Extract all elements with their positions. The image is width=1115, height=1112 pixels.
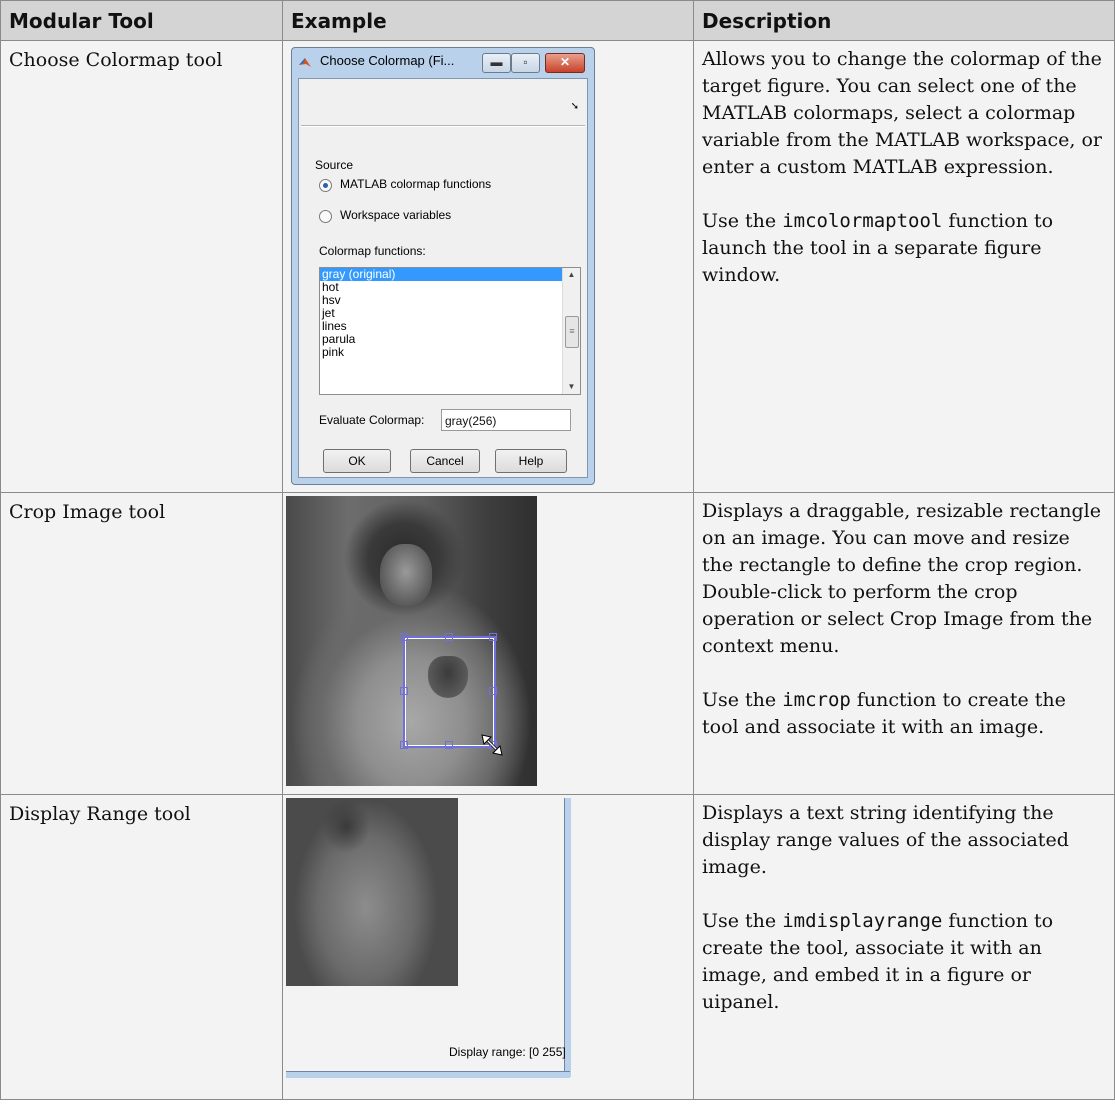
figure-right-border (564, 798, 571, 1077)
tool-name: Choose Colormap tool (0, 40, 283, 493)
description-text: Displays a text string identifying the d… (702, 802, 1069, 878)
dialog-titlebar[interactable]: Choose Colormap (Fi... ▬ ▫ ✕ (292, 48, 594, 78)
image-face-region (380, 544, 432, 606)
display-range-figure: Display range: [0 255] (286, 798, 574, 1078)
crop-handle[interactable] (445, 633, 453, 641)
resize-arrow-icon: ➘ (570, 101, 579, 112)
modular-tools-table: Modular Tool Example Description Choose … (0, 0, 1115, 1100)
minimize-button[interactable]: ▬ (482, 53, 511, 73)
list-item[interactable]: pink (320, 346, 580, 359)
crop-handle[interactable] (400, 687, 408, 695)
usage-text: Use the imdisplayrange function to creat… (702, 908, 1106, 1016)
crop-rectangle[interactable] (400, 633, 503, 756)
usage-text: Use the imcolormaptool function to launc… (702, 208, 1106, 289)
scroll-down-icon[interactable]: ▼ (563, 380, 580, 394)
tool-name: Display Range tool (0, 794, 283, 1100)
radio-matlab-label: MATLAB colormap functions (340, 177, 492, 191)
tool-name: Crop Image tool (0, 492, 283, 795)
crop-example-image (286, 496, 537, 786)
function-name: imdisplayrange (782, 910, 943, 932)
example-cell: Display range: [0 255] (282, 794, 694, 1100)
header-example: Example (282, 0, 694, 41)
example-cell (282, 492, 694, 795)
table-row: Display Range tool Display range: [0 255… (0, 794, 1115, 1100)
function-name: imcrop (782, 689, 851, 711)
display-range-image (286, 798, 458, 986)
example-cell: Choose Colormap (Fi... ▬ ▫ ✕ ➘ Source MA… (282, 40, 694, 493)
radio-workspace-variables[interactable] (319, 210, 332, 223)
scroll-thumb[interactable]: ≡ (565, 316, 579, 348)
list-item[interactable]: jet (320, 307, 580, 320)
minimize-icon: ▬ (490, 55, 503, 69)
maximize-button[interactable]: ▫ (511, 53, 540, 73)
close-button[interactable]: ✕ (545, 53, 585, 73)
description-cell: Displays a draggable, resizable rectangl… (693, 492, 1115, 795)
radio-workspace-label: Workspace variables (340, 208, 452, 222)
usage-text: Use the imcrop function to create the to… (702, 687, 1106, 741)
description-text: Displays a draggable, resizable rectangl… (702, 500, 1101, 657)
list-item[interactable]: hsv (320, 294, 580, 307)
header-row: Modular Tool Example Description (0, 0, 1115, 41)
usage-prefix: Use the (702, 689, 783, 711)
description-cell: Displays a text string identifying the d… (693, 794, 1115, 1100)
header-description: Description (693, 0, 1115, 41)
list-item[interactable]: lines (320, 320, 580, 333)
crop-handle[interactable] (489, 687, 497, 695)
ok-button[interactable]: OK (323, 449, 391, 473)
list-item[interactable]: gray (original) (320, 268, 580, 281)
colormap-functions-label: Colormap functions: (319, 244, 426, 258)
table-row: Choose Colormap tool Choose Colormap (Fi… (0, 40, 1115, 493)
maximize-icon: ▫ (523, 55, 528, 69)
table-row: Crop Image tool Displays a draggable, re… (0, 492, 1115, 795)
cancel-button[interactable]: Cancel (410, 449, 480, 473)
dialog-title: Choose Colormap (Fi... (320, 53, 455, 68)
display-range-readout: Display range: [0 255] (449, 1045, 566, 1059)
description-cell: Allows you to change the colormap of the… (693, 40, 1115, 493)
radio-matlab-colormap-functions[interactable] (319, 179, 332, 192)
scroll-up-icon[interactable]: ▲ (563, 268, 580, 282)
dialog-body: ➘ Source MATLAB colormap functions Works… (298, 78, 588, 478)
colormap-functions-list[interactable]: gray (original) hot hsv jet lines parula… (319, 267, 581, 395)
usage-prefix: Use the (702, 910, 783, 932)
crop-handle[interactable] (400, 741, 408, 749)
evaluate-colormap-label: Evaluate Colormap: (319, 413, 425, 427)
crop-handle[interactable] (489, 633, 497, 641)
list-item[interactable]: parula (320, 333, 580, 346)
colormap-dialog: Choose Colormap (Fi... ▬ ▫ ✕ ➘ Source MA… (291, 47, 595, 485)
crop-handle[interactable] (400, 633, 408, 641)
usage-prefix: Use the (702, 210, 783, 232)
matlab-logo-icon (299, 58, 311, 67)
list-scrollbar[interactable]: ▲ ≡ ▼ (562, 268, 580, 394)
dialog-separator (301, 125, 585, 127)
list-item[interactable]: hot (320, 281, 580, 294)
crop-handle[interactable] (445, 741, 453, 749)
evaluate-colormap-input[interactable]: gray(256) (441, 409, 571, 431)
help-button[interactable]: Help (495, 449, 567, 473)
header-modular-tool: Modular Tool (0, 0, 283, 41)
source-label: Source (315, 158, 354, 172)
resize-cursor-icon (481, 734, 503, 756)
figure-bottom-border (286, 1071, 570, 1078)
close-icon: ✕ (559, 55, 571, 69)
function-name: imcolormaptool (782, 210, 943, 232)
description-text: Allows you to change the colormap of the… (702, 48, 1103, 178)
